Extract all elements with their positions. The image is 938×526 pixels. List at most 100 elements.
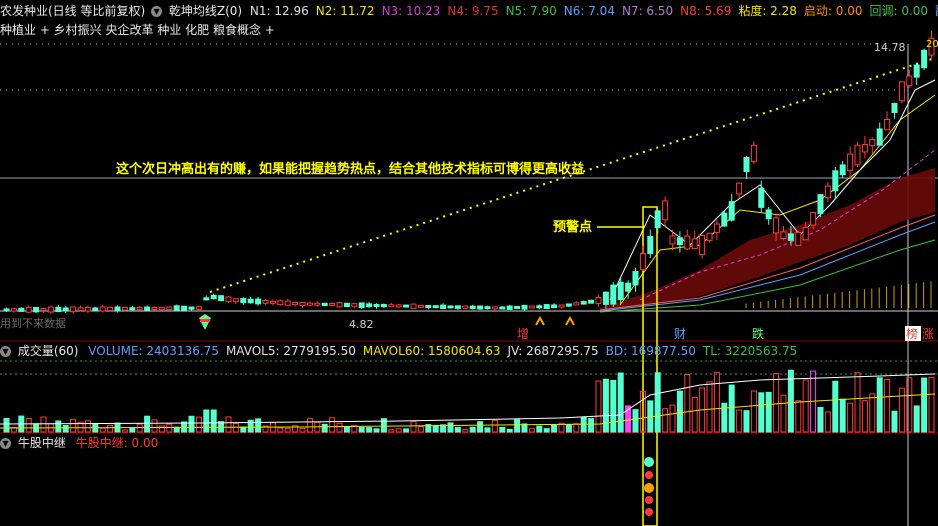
volume-bar	[854, 372, 861, 433]
volume-bar	[876, 377, 883, 433]
volume-bar	[898, 387, 905, 433]
candle	[166, 306, 173, 311]
volume-values: VOLUME: 2403136.75 MAVOL5: 2779195.50 MAVO…	[88, 344, 804, 358]
candle	[247, 296, 254, 304]
candle	[203, 295, 210, 301]
volume-bar	[195, 416, 202, 433]
candle	[388, 302, 395, 308]
candle	[417, 304, 424, 308]
watermark: 用到不来数据	[0, 316, 66, 330]
volume-bar	[491, 419, 498, 433]
signal-cai: 财	[674, 327, 686, 341]
volume-bar	[240, 426, 247, 433]
candle	[232, 298, 239, 304]
candle	[921, 48, 928, 70]
volume-bar	[410, 421, 417, 433]
volume-bar	[543, 428, 550, 433]
indicator-panel-title[interactable]: 牛股中继	[18, 436, 66, 450]
volume-bar	[884, 378, 891, 433]
volume-bar	[299, 427, 306, 433]
candle	[484, 305, 491, 310]
candle	[25, 305, 32, 313]
candle	[839, 160, 846, 179]
candle	[373, 303, 380, 309]
volume-bar	[477, 421, 484, 433]
volume-bar	[144, 415, 151, 433]
candle	[277, 299, 284, 306]
candle	[780, 225, 787, 241]
right-top-label: 20	[926, 39, 938, 50]
volume-bar	[343, 426, 350, 433]
volume-bar	[928, 376, 935, 433]
candle	[210, 293, 217, 300]
candle	[691, 231, 698, 250]
volume-bar	[107, 424, 114, 433]
candle	[395, 303, 402, 308]
volume-bar	[388, 429, 395, 433]
volume-bar	[736, 409, 743, 433]
candle	[351, 303, 358, 309]
candle	[262, 299, 269, 305]
candle	[528, 305, 535, 309]
candle	[410, 303, 417, 309]
volume-bar	[84, 420, 91, 433]
candle	[70, 306, 77, 314]
candle	[432, 305, 439, 309]
volume-bar	[780, 394, 787, 433]
candle	[706, 232, 713, 243]
candle	[891, 102, 898, 119]
candle	[10, 307, 17, 313]
candle	[580, 300, 587, 305]
volume-bar	[565, 424, 572, 433]
candle	[588, 299, 595, 304]
candle	[40, 307, 47, 313]
candle	[847, 146, 854, 180]
volume-bar	[25, 418, 32, 433]
volume-bar	[462, 429, 469, 433]
volume-value-3: JV: 2687295.75	[507, 344, 599, 358]
indicator-panel-header: ▼ 牛股中继 牛股中继: 0.00	[0, 434, 164, 452]
candle	[662, 196, 669, 227]
volume-bar	[151, 419, 158, 433]
indicator-panel-value: 牛股中继: 0.00	[75, 436, 159, 450]
candle	[824, 181, 831, 202]
candle	[173, 304, 180, 312]
candle	[136, 306, 143, 311]
volume-bar	[839, 398, 846, 433]
volume-value-1: MAVOL5: 2779195.50	[225, 344, 356, 358]
candle	[269, 299, 276, 306]
candle	[358, 302, 365, 309]
chevron-down-icon[interactable]: ▼	[0, 438, 11, 449]
candle	[469, 304, 476, 310]
volume-bar	[847, 402, 854, 433]
volume-bar	[691, 397, 698, 433]
volume-title[interactable]: 成交量(60)	[18, 344, 79, 358]
candle	[898, 81, 905, 104]
signal-zeng: 增	[517, 327, 529, 341]
chevron-down-icon[interactable]: ▼	[0, 346, 11, 357]
candle	[506, 304, 513, 310]
volume-bar	[506, 428, 513, 433]
volume-bar	[158, 425, 165, 433]
volume-bar	[528, 428, 535, 433]
volume-bar	[684, 373, 691, 433]
volume-bar	[676, 390, 683, 433]
volume-bar	[610, 379, 617, 433]
volume-bar	[454, 427, 461, 433]
volume-bar	[750, 390, 757, 433]
volume-bar	[188, 415, 195, 433]
volume-bar	[136, 423, 143, 433]
candle	[299, 301, 306, 308]
candle	[543, 304, 550, 309]
candle	[255, 296, 262, 306]
candle	[343, 302, 350, 307]
volume-value-5: TL: 3220563.75	[702, 344, 798, 358]
candle	[151, 306, 158, 311]
candle	[854, 141, 861, 168]
volume-bar	[395, 428, 402, 433]
volume-bar	[602, 378, 609, 433]
indicator-signal-stack	[644, 457, 654, 516]
signal-bang: 榜	[906, 326, 918, 341]
candle	[181, 305, 188, 312]
volume-bar	[499, 426, 506, 433]
